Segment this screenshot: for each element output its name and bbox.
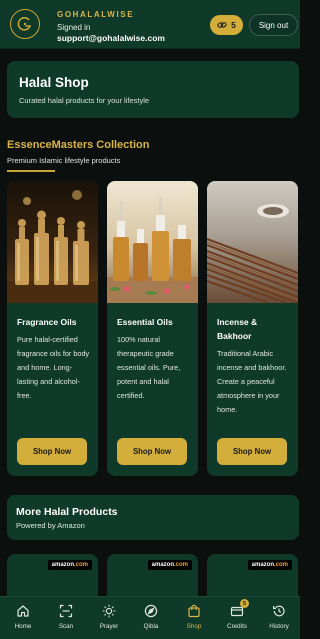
product-title: Fragrance Oils	[17, 317, 77, 327]
more-products-subtitle: Powered by Amazon	[16, 521, 85, 530]
nav-label: History	[269, 623, 289, 630]
nav-label: Prayer	[99, 623, 119, 630]
more-products-title: More Halal Products	[16, 506, 118, 518]
app-header: GOHALALWISE Signed in support@gohalalwis…	[0, 0, 300, 49]
credits-badge: 5	[240, 599, 249, 608]
product-card-fragrance-oils[interactable]: Fragrance Oils Pure halal-certified frag…	[7, 181, 98, 476]
nav-item-scan[interactable]: Scan	[46, 603, 86, 637]
amazon-badge: amazon.com	[147, 560, 192, 570]
signed-in-label: Signed in	[57, 23, 91, 32]
credits-count: 5	[231, 20, 236, 30]
product-description: Pure halal-certified fragrance oils for …	[17, 335, 90, 400]
scan-icon	[58, 603, 74, 619]
product-card-essential-oils[interactable]: Essential Oils 100% natural therapeutic …	[107, 181, 198, 476]
more-products-header: More Halal Products Powered by Amazon	[7, 495, 299, 540]
sun-icon	[101, 603, 117, 619]
shop-now-button[interactable]: Shop Now	[217, 438, 287, 465]
shop-now-button[interactable]: Shop Now	[17, 438, 87, 465]
link-icon	[217, 22, 227, 28]
home-icon	[15, 603, 31, 619]
brand-logo[interactable]	[10, 9, 40, 39]
credits-pill[interactable]: 5	[210, 15, 243, 35]
nav-item-prayer[interactable]: Prayer	[89, 603, 129, 637]
brand-block: GOHALALWISE Signed in support@gohalalwis…	[57, 10, 165, 43]
nav-label: Qibla	[143, 623, 159, 630]
nav-label: Shop	[186, 623, 202, 630]
nav-item-home[interactable]: Home	[3, 603, 43, 637]
bottom-nav: Home Scan Prayer Qibla Shop 5 Credits Hi…	[0, 596, 300, 639]
fragrance-oils-image	[7, 181, 98, 303]
card-icon: 5	[229, 599, 249, 619]
collection-underline	[7, 170, 55, 172]
brand-name: GOHALALWISE	[57, 10, 135, 19]
shop-now-button[interactable]: Shop Now	[117, 438, 187, 465]
nav-label: Scan	[58, 623, 74, 630]
user-email: support@gohalalwise.com	[57, 33, 165, 43]
product-title: Essential Oils	[117, 317, 173, 327]
sign-out-button[interactable]: Sign out	[249, 14, 298, 36]
page-subtitle: Curated halal products for your lifestyl…	[19, 96, 150, 105]
amazon-badge: amazon.com	[47, 560, 92, 570]
nav-item-qibla[interactable]: Qibla	[131, 603, 171, 637]
bag-icon	[186, 603, 202, 619]
compass-icon	[143, 603, 159, 619]
nav-item-credits[interactable]: 5 Credits	[217, 599, 257, 637]
product-description: 100% natural therapeutic grade essential…	[117, 335, 181, 400]
essential-oils-image	[107, 181, 198, 303]
logo-g-icon	[17, 17, 32, 31]
shop-hero: Halal Shop Curated halal products for yo…	[7, 61, 299, 118]
product-title: Incense & Bakhoor	[217, 317, 258, 341]
history-icon	[271, 603, 287, 619]
page-title: Halal Shop	[19, 75, 89, 90]
incense-bakhoor-image	[207, 181, 298, 303]
amazon-badge: amazon.com	[247, 560, 292, 570]
nav-item-history[interactable]: History	[259, 603, 299, 637]
product-description: Traditional Arabic incense and bakhoor. …	[217, 349, 287, 414]
nav-label: Credits	[227, 623, 247, 630]
product-carousel[interactable]: Fragrance Oils Pure halal-certified frag…	[7, 181, 300, 477]
collection-title: EssenceMasters Collection	[7, 139, 150, 151]
collection-subtitle: Premium Islamic lifestyle products	[7, 156, 121, 165]
nav-item-shop[interactable]: Shop	[174, 603, 214, 637]
product-card-incense-bakhoor[interactable]: Incense & Bakhoor Traditional Arabic inc…	[207, 181, 298, 476]
nav-label: Home	[14, 623, 32, 630]
